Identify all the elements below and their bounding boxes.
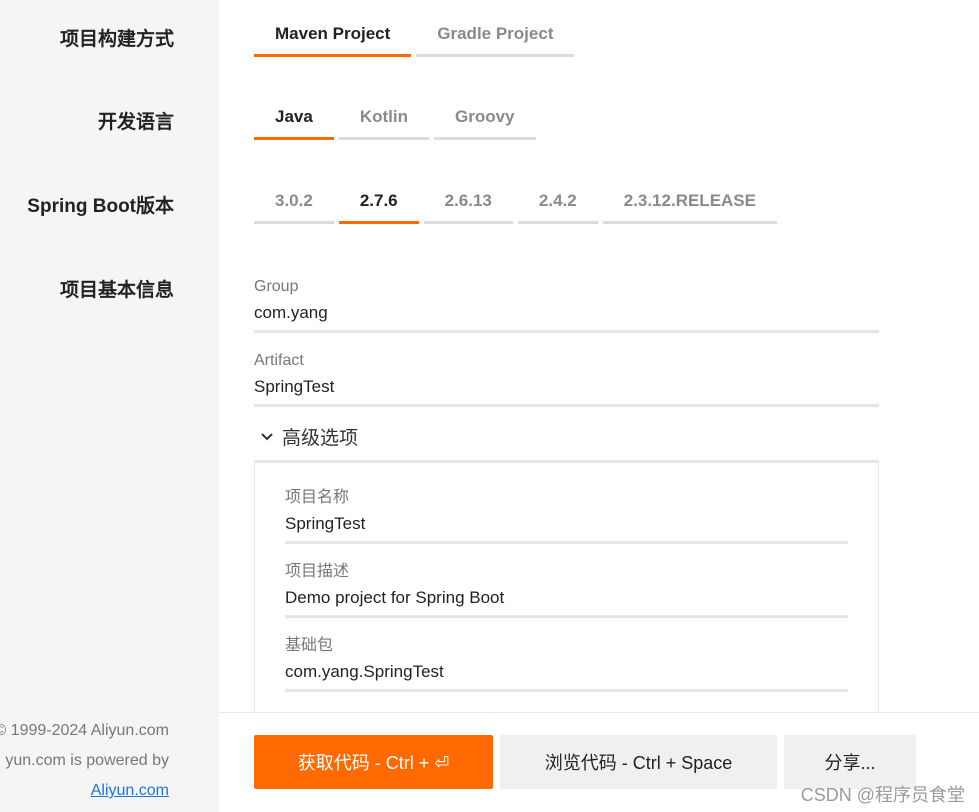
description-input[interactable]: Demo project for Spring Boot <box>285 586 848 610</box>
artifact-label: Artifact <box>254 352 304 369</box>
group-underline <box>254 330 879 333</box>
artifact-underline <box>254 404 879 407</box>
tab-groovy[interactable]: Groovy <box>433 96 536 140</box>
description-underline <box>285 615 848 618</box>
tab-version-2-7-6[interactable]: 2.7.6 <box>338 180 419 224</box>
get-code-button[interactable]: 获取代码 - Ctrl + ⏎ <box>254 735 493 789</box>
base-package-underline <box>285 689 848 692</box>
base-package-label: 基础包 <box>285 637 334 654</box>
tab-gradle[interactable]: Gradle Project <box>416 13 575 57</box>
label-basic-info: 项目基本信息 <box>59 280 174 301</box>
group-label: Group <box>254 278 299 295</box>
label-boot-version: Spring Boot版本 <box>27 196 174 217</box>
watermark: CSDN @程序员食堂 <box>800 785 965 805</box>
footer-aliyun-link[interactable]: Aliyun.com <box>91 782 169 800</box>
project-name-field[interactable]: 项目名称 SpringTest <box>285 488 848 544</box>
tab-kotlin[interactable]: Kotlin <box>338 96 429 140</box>
footer-copyright: © 1999-2024 Aliyun.com <box>0 722 169 739</box>
footer-powered: yun.com is powered by <box>5 752 169 769</box>
label-language: 开发语言 <box>97 112 174 133</box>
tab-version-3-0-2[interactable]: 3.0.2 <box>254 180 334 224</box>
description-field[interactable]: 项目描述 Demo project for Spring Boot <box>285 562 848 618</box>
tab-version-2-6-13[interactable]: 2.6.13 <box>423 180 513 224</box>
tab-java[interactable]: Java <box>254 96 334 140</box>
artifact-input[interactable]: SpringTest <box>254 375 879 399</box>
build-type-tabs: Maven Project Gradle Project <box>254 13 575 57</box>
description-label: 项目描述 <box>285 563 350 580</box>
group-input[interactable]: com.yang <box>254 301 879 325</box>
group-field[interactable]: Group com.yang <box>254 277 879 333</box>
version-tabs: 3.0.2 2.7.6 2.6.13 2.4.2 2.3.12.RELEASE <box>254 180 777 224</box>
artifact-field[interactable]: Artifact SpringTest <box>254 351 879 407</box>
tab-maven[interactable]: Maven Project <box>254 13 412 57</box>
project-name-label: 项目名称 <box>285 489 350 506</box>
chevron-down-icon <box>261 432 273 440</box>
tab-version-2-3-12[interactable]: 2.3.12.RELEASE <box>602 180 777 224</box>
language-tabs: Java Kotlin Groovy <box>254 96 536 140</box>
advanced-options-toggle[interactable]: 高级选项 <box>258 423 358 450</box>
label-build-type: 项目构建方式 <box>59 29 174 50</box>
base-package-field[interactable]: 基础包 com.yang.SpringTest <box>285 636 848 692</box>
base-package-input[interactable]: com.yang.SpringTest <box>285 660 848 684</box>
browse-code-button[interactable]: 浏览代码 - Ctrl + Space <box>500 735 777 789</box>
tab-version-2-4-2[interactable]: 2.4.2 <box>517 180 598 224</box>
project-name-input[interactable]: SpringTest <box>285 512 848 536</box>
advanced-options-label: 高级选项 <box>282 428 359 449</box>
project-name-underline <box>285 541 848 544</box>
